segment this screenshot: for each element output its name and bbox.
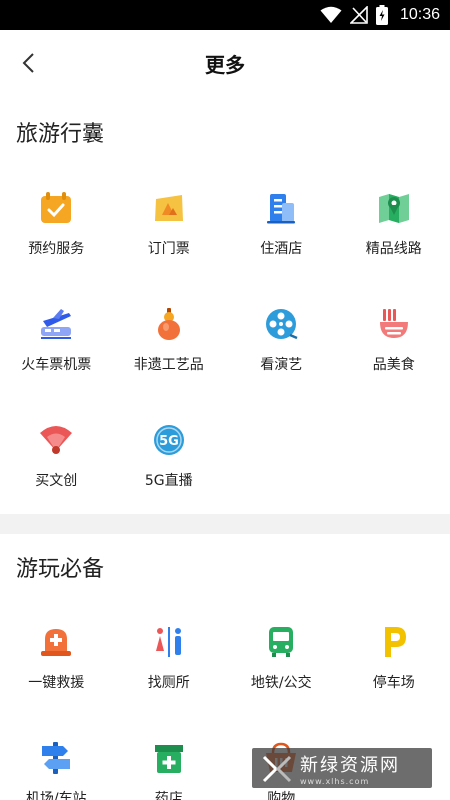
grid-item-cultural[interactable]: 买文创 <box>0 398 113 514</box>
status-time: 10:36 <box>399 6 440 23</box>
pharmacy-icon <box>151 740 187 776</box>
nav-bar: 更多 <box>0 30 450 96</box>
section-title: 游玩必备 <box>16 557 105 582</box>
grid-item-label: 机场/车站 <box>25 791 87 800</box>
watermark: 新绿资源网 www.xlhs.com <box>252 748 432 788</box>
chevron-left-icon <box>22 53 34 73</box>
plane-train-icon <box>38 306 74 342</box>
grid-item-label: 品美食 <box>372 357 415 373</box>
grid-item-label: 5G直播 <box>144 473 193 489</box>
service-grid: 预约服务 订门票 住酒店 精品线路 火车票机票 非遗工艺品 看演艺 品美食 买文… <box>0 166 450 514</box>
grid-item-food[interactable]: 品美食 <box>338 282 450 398</box>
grid-item-crafts[interactable]: 非遗工艺品 <box>113 282 226 398</box>
no-signal-icon <box>349 6 368 24</box>
map-pin-icon <box>376 190 412 226</box>
grid-item-label: 预约服务 <box>28 241 85 257</box>
grid-item-parking[interactable]: 停车场 <box>338 600 450 716</box>
grid-item-label: 找厕所 <box>147 675 190 691</box>
bus-icon <box>263 624 299 660</box>
grid-item-reservation[interactable]: 预约服务 <box>0 166 113 282</box>
grid-item-label: 一键救援 <box>28 675 85 691</box>
watermark-logo-icon <box>262 755 292 783</box>
watermark-url: www.xlhs.com <box>300 776 370 786</box>
ticket-icon <box>151 190 187 226</box>
section-divider <box>0 514 450 534</box>
rescue-icon <box>38 624 74 660</box>
grid-item-label: 住酒店 <box>260 241 303 257</box>
grid-item-label: 地铁/公交 <box>250 675 312 691</box>
food-bowl-icon <box>376 306 412 342</box>
grid-item-airport-station[interactable]: 机场/车站 <box>0 716 113 800</box>
grid-item-pharmacy[interactable]: 药店 <box>113 716 226 800</box>
grid-item-label: 停车场 <box>372 675 415 691</box>
grid-item-label: 非遗工艺品 <box>133 357 204 373</box>
grid-item-label: 精品线路 <box>365 241 422 257</box>
grid-item-rescue[interactable]: 一键救援 <box>0 600 113 716</box>
grid-item-restroom[interactable]: 找厕所 <box>113 600 226 716</box>
film-reel-icon <box>263 306 299 342</box>
svg-text:5G: 5G <box>159 434 179 449</box>
grid-item-label: 订门票 <box>147 241 190 257</box>
grid-item-label: 火车票机票 <box>21 357 92 373</box>
parking-icon <box>376 624 412 660</box>
grid-item-train-plane[interactable]: 火车票机票 <box>0 282 113 398</box>
back-button[interactable] <box>12 47 44 79</box>
calendar-check-icon <box>38 190 74 226</box>
fan-icon <box>38 422 74 458</box>
5g-icon: 5G <box>151 422 187 458</box>
grid-item-routes[interactable]: 精品线路 <box>338 166 450 282</box>
section-title: 旅游行囊 <box>16 122 105 147</box>
gourd-icon <box>151 306 187 342</box>
grid-item-performance[interactable]: 看演艺 <box>225 282 338 398</box>
grid-item-label: 药店 <box>154 791 183 800</box>
grid-item-label: 购物 <box>267 791 296 800</box>
watermark-text: 新绿资源网 <box>300 754 400 776</box>
status-bar: 10:36 <box>0 0 450 30</box>
grid-item-5g-live[interactable]: 5G 5G直播 <box>113 398 226 514</box>
grid-item-label: 看演艺 <box>260 357 303 373</box>
section-travel: 旅游行囊 预约服务 订门票 住酒店 精品线路 火车票机票 非遗工艺品 看演艺 品… <box>0 96 450 514</box>
grid-item-hotel[interactable]: 住酒店 <box>225 166 338 282</box>
grid-item-transit[interactable]: 地铁/公交 <box>225 600 338 716</box>
wifi-icon <box>320 6 342 23</box>
signpost-icon <box>38 740 74 776</box>
grid-item-label: 买文创 <box>35 473 78 489</box>
grid-item-tickets[interactable]: 订门票 <box>113 166 226 282</box>
hotel-icon <box>263 190 299 226</box>
page-title: 更多 <box>205 52 245 77</box>
battery-charging-icon <box>375 5 388 25</box>
restroom-icon <box>151 624 187 660</box>
